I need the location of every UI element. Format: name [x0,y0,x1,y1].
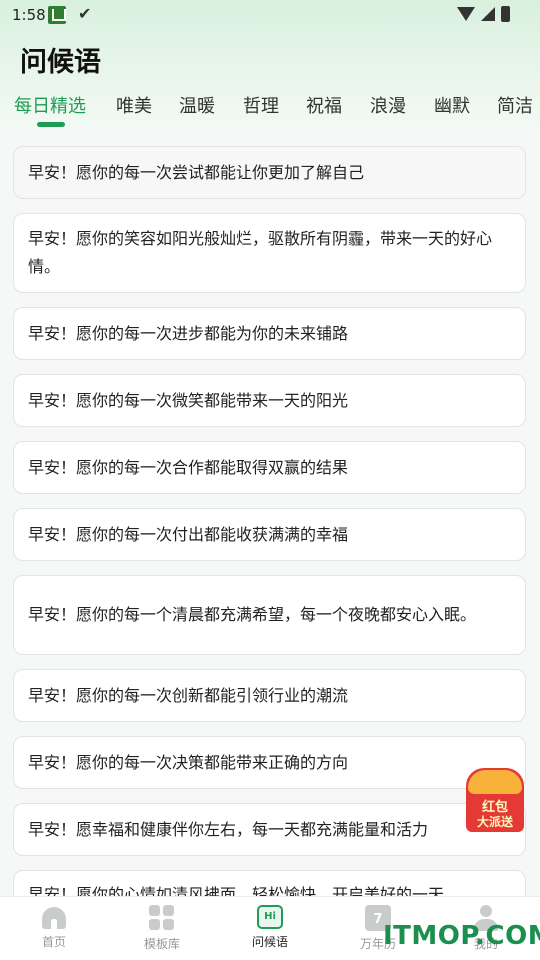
tab-aesthetic[interactable]: 唯美 [116,92,152,118]
red-packet-flap [468,770,522,794]
nav-home[interactable]: 首页 [14,905,94,950]
greeting-card[interactable]: 早安！愿你的笑容如阳光般灿烂，驱散所有阴霾，带来一天的好心情。 [13,213,526,293]
greeting-card[interactable]: 早安！愿你的每一次微笑都能带来一天的阳光 [13,374,526,427]
wifi-icon [457,7,475,21]
tab-daily-picks[interactable]: 每日精选 [14,92,86,118]
tab-philosophy[interactable]: 哲理 [243,92,279,118]
greeting-text: 早安！愿你的每一个清晨都充满希望，每一个夜晚都安心入眠。 [28,605,477,624]
greeting-list: 早安！愿你的每一次尝试都能让你更加了解自己 早安！愿你的笑容如阳光般灿烂，驱散所… [0,134,540,896]
greeting-card[interactable]: 早安！愿你的每一次进步都能为你的未来铺路 [13,307,526,360]
greeting-text: 早安！愿幸福和健康伴你左右，每一天都充满能量和活力 [28,819,429,839]
tab-romantic[interactable]: 浪漫 [370,92,406,118]
greeting-card[interactable]: 早安！愿幸福和健康伴你左右，每一天都充满能量和活力 [13,803,526,856]
nav-templates[interactable]: 模板库 [122,905,202,952]
red-packet-promo-button[interactable]: 红包 大派送 [466,768,524,832]
greeting-text: 早安！愿你的每一次决策都能带来正确的方向 [28,752,349,772]
download-done-icon: ✔ [78,4,92,23]
greeting-text: 早安！愿你的每一次进步都能为你的未来铺路 [28,323,349,343]
greeting-text: 早安！愿你的每一次付出都能收获满满的幸福 [28,524,349,544]
active-tab-indicator [37,122,65,127]
tab-concise[interactable]: 简洁 [497,92,533,118]
greeting-text: 早安！愿你的每一次合作都能取得双赢的结果 [28,457,349,477]
battery-icon [501,6,510,22]
greeting-card[interactable]: 早安！愿你的每一次创新都能引领行业的潮流 [13,669,526,722]
grid-icon [149,905,175,931]
nav-home-label: 首页 [41,935,66,949]
hi-chat-icon: Hi [257,905,283,929]
greeting-card[interactable]: 早安！愿你的心情如清风拂面，轻松愉快，开启美好的一天 [13,870,526,896]
red-packet-sublabel: 大派送 [476,815,513,829]
greeting-card[interactable]: 早安！愿你的每一次尝试都能让你更加了解自己 [13,146,526,199]
signal-icon [481,7,495,21]
app-notification-icon [48,6,66,24]
status-bar: 1:58 ✔ [0,0,540,32]
home-icon [42,907,66,929]
tab-blessing[interactable]: 祝福 [306,92,342,118]
greeting-card[interactable]: 早安！愿你的每一个清晨都充满希望，每一个夜晚都安心入眠。 [13,575,526,655]
status-time: 1:58 [12,6,46,24]
greeting-text: 早安！愿你的每一次尝试都能让你更加了解自己 [28,162,365,182]
greeting-card[interactable]: 早安！愿你的每一次合作都能取得双赢的结果 [13,441,526,494]
tab-warm[interactable]: 温暖 [179,92,215,118]
tab-humor[interactable]: 幽默 [434,92,470,118]
nav-greetings[interactable]: Hi 问候语 [230,905,310,950]
nav-templates-label: 模板库 [143,937,180,951]
greeting-text: 早安！愿你的每一次创新都能引领行业的潮流 [28,685,349,705]
watermark: ITMOP.COM [383,921,540,951]
nav-greetings-label: 问候语 [251,935,288,949]
greeting-text: 早安！愿你的每一次微笑都能带来一天的阳光 [28,390,349,410]
greeting-card[interactable]: 早安！愿你的每一次决策都能带来正确的方向 [13,736,526,789]
greeting-text: 早安！愿你的心情如清风拂面，轻松愉快，开启美好的一天 [28,885,445,896]
category-tabs: 每日精选 唯美 温暖 哲理 祝福 浪漫 幽默 简洁 [0,86,540,132]
greeting-text: 早安！愿你的笑容如阳光般灿烂，驱散所有阴霾，带来一天的好心情。 [28,229,493,276]
greeting-card[interactable]: 早安！愿你的每一次付出都能收获满满的幸福 [13,508,526,561]
page-title: 问候语 [20,47,101,78]
